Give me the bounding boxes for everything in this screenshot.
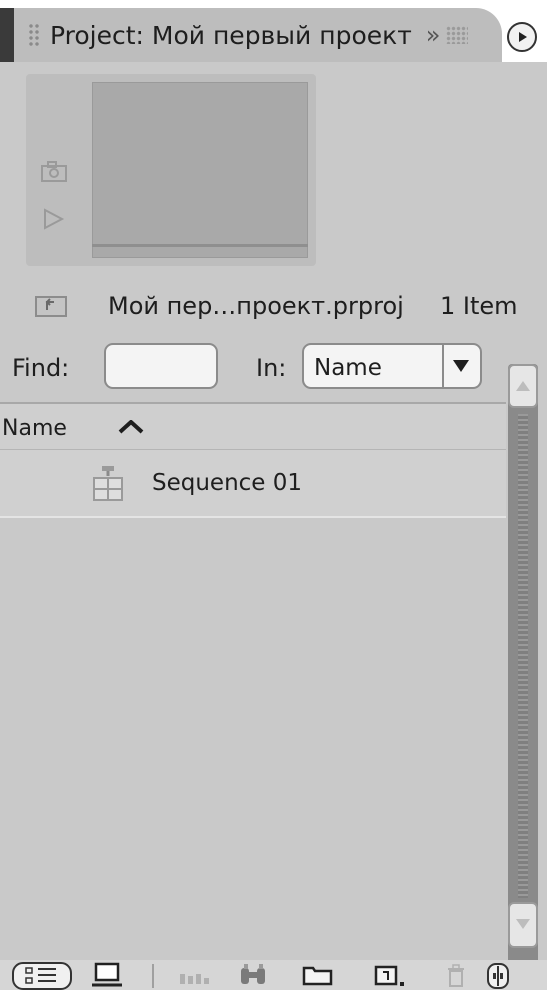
project-file-name: Мой пер…проект.prproj	[108, 292, 404, 320]
tab-title: Project: Мой первый проект	[50, 20, 412, 50]
dock-grip-icon[interactable]	[446, 26, 469, 44]
list-view-button[interactable]	[12, 962, 72, 990]
list-item[interactable]: Sequence 01	[0, 450, 506, 518]
tab-overflow-icon[interactable]: »	[426, 21, 441, 49]
play-triangle-icon	[519, 32, 527, 42]
icon-view-button[interactable]	[90, 962, 126, 990]
scroll-down-button[interactable]	[508, 902, 538, 948]
automate-to-sequence-button[interactable]	[176, 962, 212, 990]
find-input[interactable]	[104, 343, 218, 389]
panel-menu-button[interactable]	[507, 22, 537, 52]
bottom-toolbar	[0, 960, 547, 990]
in-field-select[interactable]: Name	[302, 343, 482, 389]
play-icon	[44, 208, 65, 230]
automate-to-sequence-icon	[180, 974, 209, 984]
project-info-row: Мой пер…проект.prproj 1 Item	[0, 290, 547, 334]
project-items-list[interactable]: Name Sequence 01	[0, 402, 506, 960]
in-select-value: Name	[314, 355, 382, 381]
tab-project[interactable]: Project: Мой первый проект »	[14, 8, 502, 62]
zoom-toggle-button[interactable]	[486, 962, 510, 990]
panel-edge	[0, 8, 14, 62]
new-bin-button[interactable]	[300, 962, 336, 990]
find-row: Find: In: Name	[0, 340, 547, 398]
zoom-slider-icon	[487, 963, 509, 989]
select-divider	[442, 345, 444, 387]
binoculars-icon	[241, 964, 265, 984]
scroll-down-icon	[516, 919, 530, 929]
play-button[interactable]	[40, 206, 66, 232]
column-header-name[interactable]: Name	[0, 402, 506, 450]
delete-button[interactable]	[444, 962, 468, 990]
dropdown-arrow-icon[interactable]	[450, 357, 472, 375]
sort-ascending-icon	[118, 420, 144, 434]
tab-strip: Project: Мой первый проект »	[0, 0, 547, 62]
new-item-button[interactable]	[370, 962, 410, 990]
project-panel: Project: Мой первый проект » Мой пер…про…	[0, 0, 547, 990]
in-label: In:	[256, 354, 287, 382]
trash-icon	[448, 964, 464, 987]
list-item-name: Sequence 01	[152, 470, 303, 496]
vertical-scrollbar[interactable]	[508, 364, 538, 986]
find-button[interactable]	[236, 962, 272, 990]
new-item-icon	[374, 965, 404, 986]
find-label: Find:	[12, 354, 70, 382]
item-count: 1 Item	[440, 292, 518, 320]
scroll-up-button[interactable]	[508, 364, 538, 408]
up-folder-icon	[35, 296, 67, 317]
toolbar-separator	[152, 964, 154, 988]
parent-folder-button[interactable]	[34, 294, 68, 318]
poster-frame-button[interactable]	[40, 160, 70, 184]
preview-thumbnail	[92, 82, 308, 258]
grip-icon[interactable]	[28, 23, 40, 47]
sequence-icon	[93, 466, 123, 501]
folder-icon	[302, 966, 333, 986]
list-view-icon	[12, 962, 72, 990]
icon-view-icon	[92, 962, 122, 987]
preview-scrubber[interactable]	[92, 244, 308, 247]
scroll-up-icon	[516, 381, 530, 391]
column-header-label: Name	[2, 416, 67, 441]
camera-icon	[41, 161, 67, 182]
scroll-track[interactable]	[518, 414, 528, 898]
